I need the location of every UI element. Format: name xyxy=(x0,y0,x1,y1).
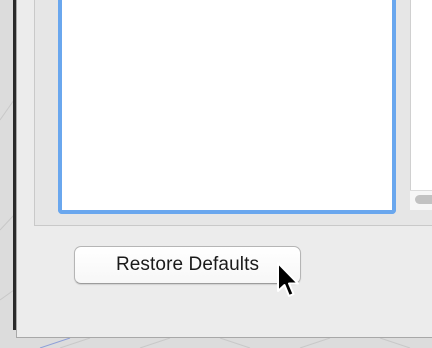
restore-defaults-button[interactable]: Restore Defaults xyxy=(74,246,301,284)
scrollbar-thumb[interactable] xyxy=(415,195,432,204)
items-list[interactable] xyxy=(58,0,396,214)
side-pane xyxy=(410,0,432,210)
